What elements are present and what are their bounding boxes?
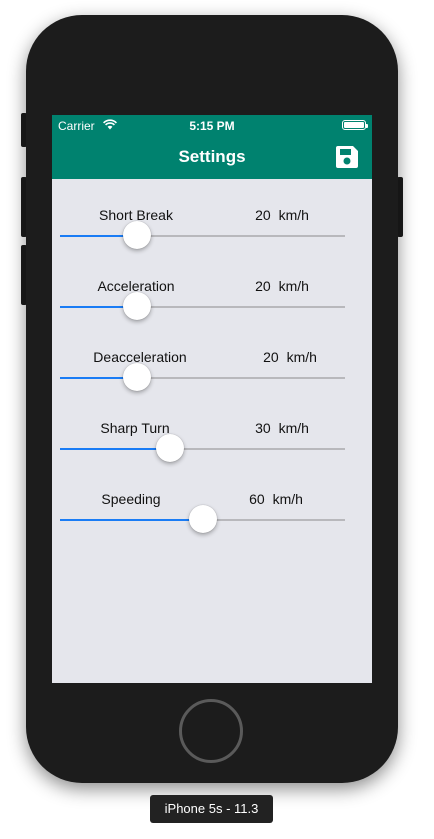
speeding-slider[interactable] bbox=[60, 505, 345, 533]
setting-number: 20 bbox=[255, 207, 271, 223]
save-button[interactable] bbox=[334, 144, 360, 170]
setting-row-deacceleration: Deacceleration 20 km/h bbox=[52, 349, 372, 409]
battery-icon bbox=[342, 120, 368, 130]
setting-number: 30 bbox=[255, 420, 271, 436]
floppy-disk-icon bbox=[336, 146, 358, 168]
slider-fill bbox=[60, 448, 170, 450]
slider-thumb[interactable] bbox=[122, 221, 151, 249]
setting-row-speeding: Speeding 60 km/h bbox=[52, 491, 372, 551]
sharp-turn-slider[interactable] bbox=[60, 434, 345, 462]
home-button[interactable] bbox=[179, 699, 243, 763]
setting-number: 20 bbox=[263, 349, 279, 365]
slider-thumb[interactable] bbox=[122, 292, 151, 320]
setting-row-short-break: Short Break 20 km/h bbox=[52, 207, 372, 267]
slider-thumb[interactable] bbox=[155, 434, 184, 462]
setting-label: Sharp Turn bbox=[100, 420, 170, 436]
setting-unit: km/h bbox=[278, 207, 309, 223]
setting-row-sharp-turn: Sharp Turn 30 km/h bbox=[52, 420, 372, 480]
deacceleration-slider[interactable] bbox=[60, 363, 345, 391]
setting-value: 30 km/h bbox=[232, 420, 332, 436]
simulator-label: iPhone 5s - 11.3 bbox=[150, 795, 273, 823]
status-bar: Carrier 5:15 PM bbox=[52, 115, 372, 135]
setting-value: 60 km/h bbox=[226, 491, 326, 507]
setting-row-acceleration: Acceleration 20 km/h bbox=[52, 278, 372, 338]
setting-unit: km/h bbox=[286, 349, 317, 365]
slider-thumb[interactable] bbox=[188, 505, 217, 533]
slider-thumb[interactable] bbox=[122, 363, 151, 391]
status-time: 5:15 PM bbox=[189, 119, 235, 133]
setting-unit: km/h bbox=[278, 420, 309, 436]
setting-value: 20 km/h bbox=[232, 207, 332, 223]
setting-unit: km/h bbox=[272, 491, 303, 507]
setting-number: 60 bbox=[249, 491, 265, 507]
setting-unit: km/h bbox=[278, 278, 309, 294]
page-title: Settings bbox=[178, 147, 246, 166]
acceleration-slider[interactable] bbox=[60, 292, 345, 320]
slider-fill bbox=[60, 519, 203, 521]
setting-label: Speeding bbox=[101, 491, 161, 507]
setting-value: 20 km/h bbox=[240, 349, 340, 365]
setting-number: 20 bbox=[255, 278, 271, 294]
app-screen: Carrier 5:15 PM Settings Short Break 20 … bbox=[52, 115, 372, 683]
setting-value: 20 km/h bbox=[232, 278, 332, 294]
short-break-slider[interactable] bbox=[60, 221, 345, 249]
navigation-bar: Carrier 5:15 PM Settings bbox=[52, 115, 372, 179]
